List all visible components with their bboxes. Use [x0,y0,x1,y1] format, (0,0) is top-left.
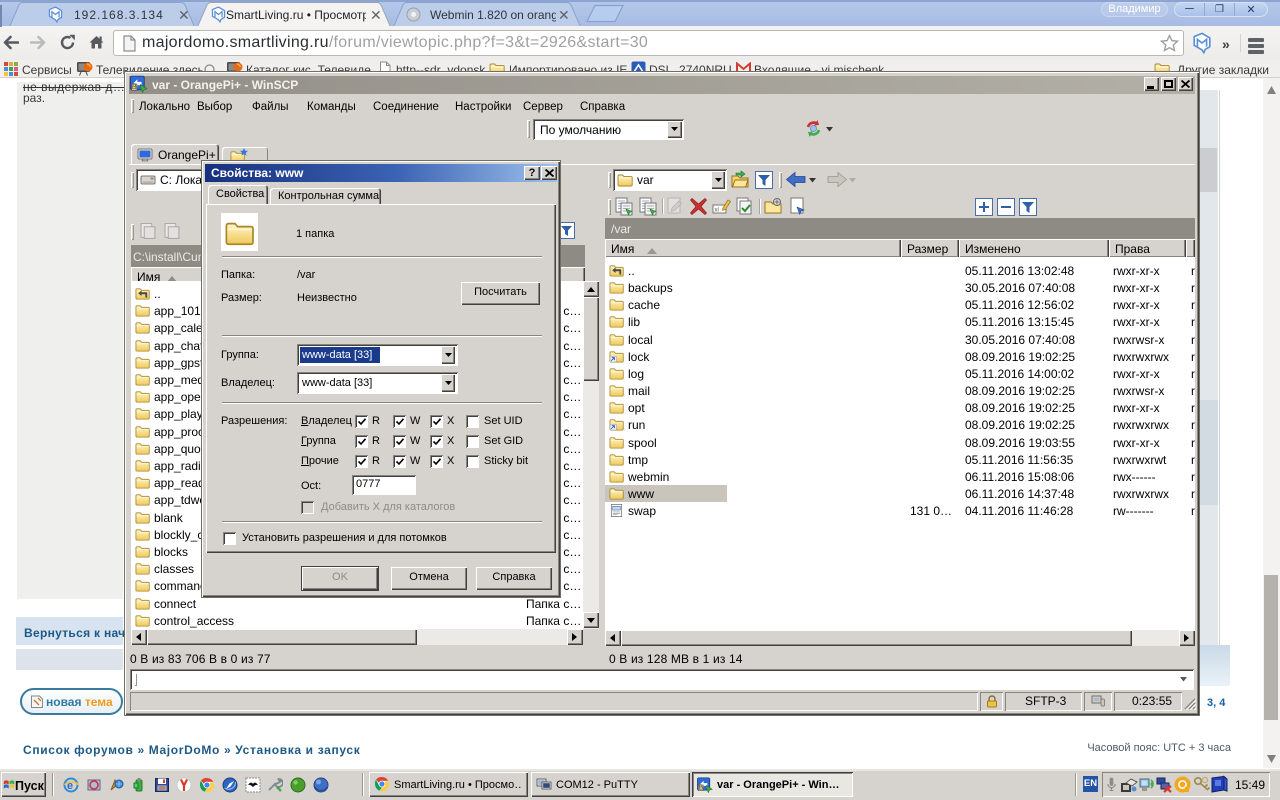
svg-text:xl: xl [715,208,719,214]
svg-text:e: e [67,780,73,792]
